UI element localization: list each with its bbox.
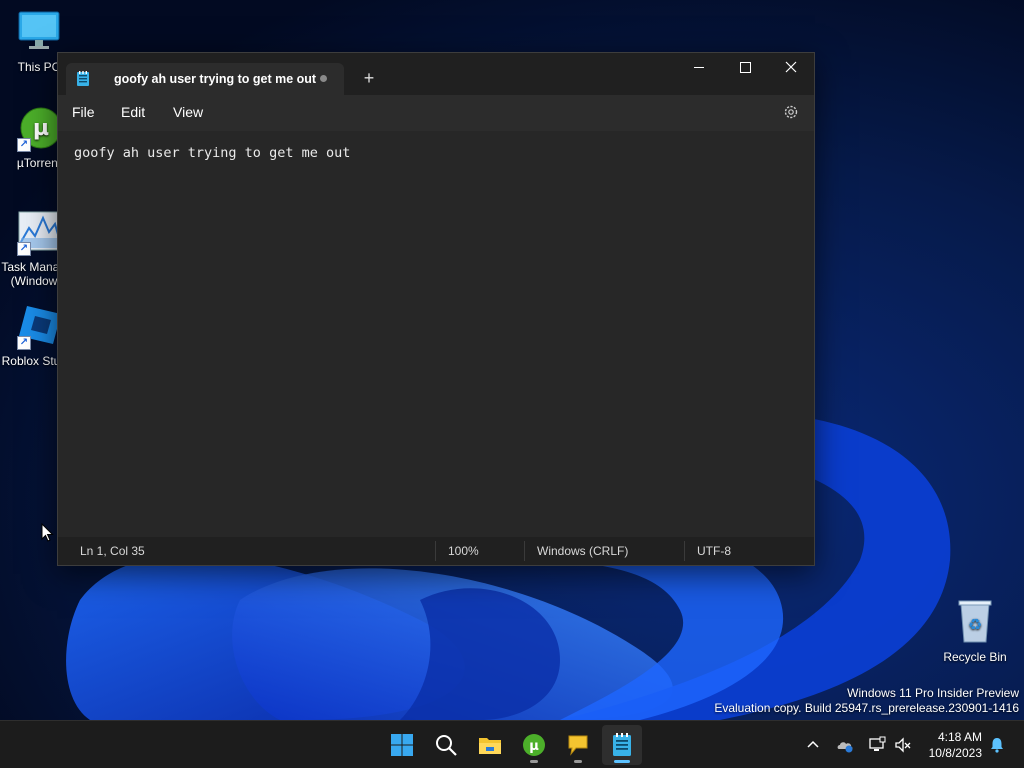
task-manager-icon: ↗ xyxy=(17,208,62,256)
onedrive-icon[interactable] xyxy=(836,736,854,754)
desktop-icon-recycle-bin[interactable]: ♻ Recycle Bin xyxy=(936,598,1014,664)
unsaved-dot-icon[interactable] xyxy=(320,75,327,82)
minimize-icon xyxy=(694,67,704,68)
gear-icon[interactable] xyxy=(782,103,800,121)
running-indicator xyxy=(574,760,582,763)
status-divider xyxy=(435,541,436,561)
status-zoom[interactable]: 100% xyxy=(448,544,479,558)
status-cursor-position: Ln 1, Col 35 xyxy=(80,544,145,558)
close-button[interactable] xyxy=(768,53,814,83)
notepad-icon xyxy=(77,71,89,86)
menu-edit[interactable]: Edit xyxy=(121,104,145,120)
taskbar-utorrent[interactable]: µ xyxy=(514,725,554,765)
svg-text:µ: µ xyxy=(529,739,539,754)
taskbar: µ 4:18 AM 10/8/2023 xyxy=(0,720,1024,768)
notepad-window[interactable]: goofy ah user trying to get me out + Fil… xyxy=(57,52,815,566)
file-explorer-icon xyxy=(479,738,501,754)
evaluation-watermark: Windows 11 Pro Insider Preview Evaluatio… xyxy=(714,686,1019,716)
tab-document[interactable]: goofy ah user trying to get me out xyxy=(66,63,344,95)
desktop-icon-label: Recycle Bin xyxy=(943,650,1007,664)
utorrent-icon: µ ↗ xyxy=(17,104,62,152)
watermark-line1: Windows 11 Pro Insider Preview xyxy=(847,686,1019,700)
start-button[interactable] xyxy=(382,725,422,765)
feedback-hub-icon xyxy=(568,735,588,756)
taskbar-feedback-hub[interactable] xyxy=(558,725,598,765)
svg-text:µ: µ xyxy=(33,116,49,141)
close-icon xyxy=(785,61,797,73)
status-encoding[interactable]: UTF-8 xyxy=(697,544,731,558)
menu-view[interactable]: View xyxy=(173,104,203,120)
taskbar-clock[interactable]: 4:18 AM 10/8/2023 xyxy=(929,729,982,761)
shortcut-arrow-icon: ↗ xyxy=(17,138,31,152)
status-divider xyxy=(524,541,525,561)
maximize-icon xyxy=(740,62,751,73)
minimize-button[interactable] xyxy=(676,53,722,83)
network-icon[interactable] xyxy=(868,736,886,754)
roblox-studio-icon: ↗ xyxy=(17,302,61,350)
active-indicator xyxy=(614,760,630,763)
running-indicator xyxy=(530,760,538,763)
menu-bar: File Edit View xyxy=(58,95,814,131)
start-icon xyxy=(391,734,413,756)
notification-bell-icon[interactable] xyxy=(988,736,1006,754)
mouse-cursor-icon xyxy=(41,523,54,542)
editor-text: goofy ah user trying to get me out xyxy=(74,145,351,161)
text-editor[interactable]: goofy ah user trying to get me out xyxy=(58,131,814,539)
clock-date: 10/8/2023 xyxy=(928,746,982,760)
taskbar-file-explorer[interactable] xyxy=(470,725,510,765)
status-divider xyxy=(684,541,685,561)
shortcut-arrow-icon: ↗ xyxy=(17,336,31,350)
status-line-ending[interactable]: Windows (CRLF) xyxy=(537,544,628,558)
computer-icon xyxy=(17,8,61,56)
maximize-button[interactable] xyxy=(722,53,768,83)
status-bar: Ln 1, Col 35 100% Windows (CRLF) UTF-8 xyxy=(58,537,814,565)
watermark-line2: Evaluation copy. Build 25947.rs_prerelea… xyxy=(714,701,1019,715)
new-tab-button[interactable]: + xyxy=(358,67,380,89)
search-icon xyxy=(436,735,457,756)
volume-muted-icon[interactable] xyxy=(894,736,912,754)
chevron-up-icon[interactable] xyxy=(804,736,822,754)
tab-title: goofy ah user trying to get me out xyxy=(114,72,317,86)
utorrent-icon: µ xyxy=(523,734,545,756)
notepad-icon xyxy=(613,733,631,756)
recycle-bin-icon: ♻ xyxy=(953,598,997,646)
title-bar[interactable]: goofy ah user trying to get me out + xyxy=(58,53,814,95)
search-button[interactable] xyxy=(426,725,466,765)
shortcut-arrow-icon: ↗ xyxy=(17,242,31,256)
clock-time: 4:18 AM xyxy=(937,730,982,744)
menu-file[interactable]: File xyxy=(72,104,95,120)
taskbar-notepad[interactable] xyxy=(602,725,642,765)
svg-text:♻: ♻ xyxy=(968,617,982,634)
